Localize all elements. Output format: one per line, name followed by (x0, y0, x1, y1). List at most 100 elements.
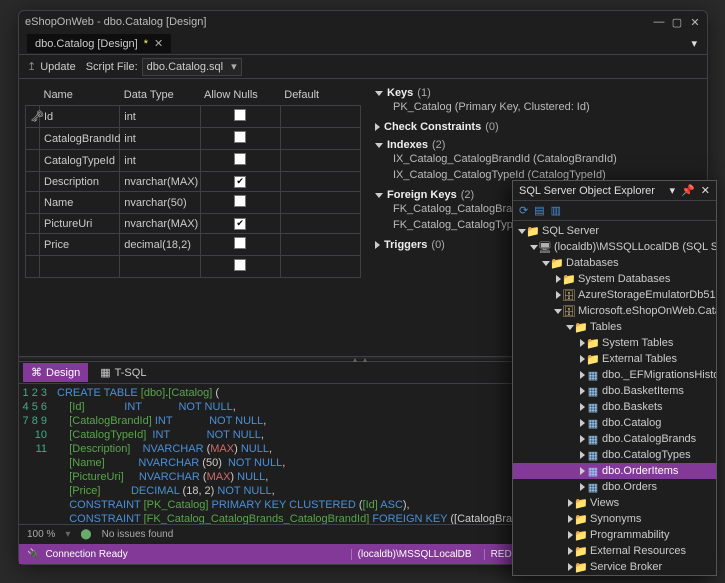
tree-node[interactable]: 📁System Databases (513, 271, 716, 287)
sql-server-object-explorer[interactable]: SQL Server Object Explorer ▾ 📌 ✕ ⟳ ▤ ▥ 📁… (512, 180, 717, 576)
col-header-datatype[interactable]: Data Type (120, 85, 200, 106)
tree-node[interactable]: ▦dbo.Baskets (513, 399, 716, 415)
add-server-icon[interactable]: ▤ (534, 204, 544, 217)
outline-keys-header[interactable]: Keys (1) (375, 87, 699, 99)
cell-allow-nulls[interactable] (200, 106, 280, 128)
tree-node[interactable]: 📁Programmability (513, 527, 716, 543)
cell-default[interactable] (280, 150, 360, 172)
zoom-level[interactable]: 100 % (27, 529, 55, 540)
cell-default[interactable] (280, 106, 360, 128)
expand-icon[interactable] (375, 193, 383, 198)
cell-name[interactable]: CatalogTypeId (40, 150, 120, 172)
cell-name[interactable]: PictureUri (40, 214, 120, 234)
cell-name[interactable]: Id (40, 106, 120, 128)
tree-node[interactable]: ▦dbo.Catalog (513, 415, 716, 431)
expand-icon[interactable] (577, 419, 587, 427)
expand-icon[interactable] (577, 467, 587, 475)
outline-key-item[interactable]: PK_Catalog (Primary Key, Clustered: Id) (375, 99, 699, 115)
cell-default[interactable] (280, 214, 360, 234)
table-row[interactable]: Pricedecimal(18,2) (26, 234, 361, 256)
expand-icon[interactable] (375, 91, 383, 96)
maximize-button[interactable]: ▢ (671, 16, 683, 28)
cell-allow-nulls[interactable] (200, 128, 280, 150)
tree-node[interactable]: ▦dbo.OrderItems (513, 463, 716, 479)
tree-node[interactable]: ▦dbo.CatalogTypes (513, 447, 716, 463)
cell-name[interactable]: Price (40, 234, 120, 256)
tree-node[interactable]: 📁Views (513, 495, 716, 511)
cell-default[interactable] (280, 172, 360, 192)
cell-datatype[interactable]: int (120, 106, 200, 128)
title-bar[interactable]: eShopOnWeb - dbo.Catalog [Design] — ▢ ✕ (19, 11, 707, 33)
refresh-icon[interactable]: ⟳ (519, 204, 528, 217)
table-row[interactable]: Descriptionnvarchar(MAX) (26, 172, 361, 192)
col-header-default[interactable]: Default (280, 85, 360, 106)
outline-index-item[interactable]: IX_Catalog_CatalogBrandId (CatalogBrandI… (375, 151, 699, 167)
tree-node[interactable]: ▦dbo.BasketItems (513, 383, 716, 399)
expand-icon[interactable] (577, 451, 587, 459)
cell-allow-nulls[interactable] (200, 214, 280, 234)
tree-node[interactable]: 🗄Microsoft.eShopOnWeb.CatalogDb (513, 303, 716, 319)
expand-icon[interactable] (375, 241, 380, 249)
cell-allow-nulls[interactable] (200, 150, 280, 172)
explorer-titlebar[interactable]: SQL Server Object Explorer ▾ 📌 ✕ (513, 181, 716, 201)
tab-design[interactable]: ⌘ Design (23, 363, 88, 382)
cell-allow-nulls[interactable] (200, 234, 280, 256)
tree-node[interactable]: ▦dbo.Orders (513, 479, 716, 495)
table-row-new[interactable] (26, 256, 361, 278)
cell-datatype[interactable]: nvarchar(MAX) (120, 214, 200, 234)
cell-default[interactable] (280, 192, 360, 214)
columns-grid[interactable]: Name Data Type Allow Nulls Default 🗝Idin… (19, 79, 367, 356)
tree-node[interactable]: 📁External Tables (513, 351, 716, 367)
cell-allow-nulls[interactable] (200, 192, 280, 214)
outline-indexes-header[interactable]: Indexes (2) (375, 139, 699, 151)
outline-checks-header[interactable]: Check Constraints (0) (375, 121, 699, 133)
expand-icon[interactable] (577, 387, 587, 395)
cell-datatype[interactable]: decimal(18,2) (120, 234, 200, 256)
expand-icon[interactable] (577, 483, 587, 491)
expand-icon[interactable] (375, 143, 383, 148)
cell-name[interactable]: CatalogBrandId (40, 128, 120, 150)
cell-datatype[interactable]: int (120, 150, 200, 172)
tree-node[interactable]: 📁SQL Server (513, 223, 716, 239)
tree-node[interactable]: 🖥(localdb)\MSSQLLocalDB (SQL Server 13.0… (513, 239, 716, 255)
expand-icon[interactable] (577, 403, 587, 411)
tree-node[interactable]: 🗄AzureStorageEmulatorDb510 (513, 287, 716, 303)
cell-datatype[interactable]: nvarchar(50) (120, 192, 200, 214)
tree-node[interactable]: 📁Databases (513, 255, 716, 271)
cell-name[interactable]: Description (40, 172, 120, 192)
close-icon[interactable]: ✕ (701, 184, 710, 197)
col-header-allow-nulls[interactable]: Allow Nulls (200, 85, 280, 106)
tab-dbo-catalog-design[interactable]: dbo.Catalog [Design] * ✕ (27, 34, 171, 53)
cell-default[interactable] (280, 128, 360, 150)
expand-icon[interactable] (577, 371, 587, 379)
table-row[interactable]: PictureUrinvarchar(MAX) (26, 214, 361, 234)
tree-node[interactable]: ▦dbo._EFMigrationsHistory (513, 367, 716, 383)
tree-node[interactable]: 📁Service Broker (513, 559, 716, 575)
table-row[interactable]: CatalogTypeIdint (26, 150, 361, 172)
explorer-dropdown-icon[interactable]: ▾ (670, 184, 676, 197)
cell-allow-nulls[interactable] (200, 172, 280, 192)
cell-name[interactable]: Name (40, 192, 120, 214)
explorer-tree[interactable]: 📁SQL Server🖥(localdb)\MSSQLLocalDB (SQL … (513, 221, 716, 575)
table-row[interactable]: Namenvarchar(50) (26, 192, 361, 214)
cell-datatype[interactable]: int (120, 128, 200, 150)
col-header-name[interactable]: Name (40, 85, 120, 106)
pin-icon[interactable]: 📌 (681, 184, 695, 197)
tree-node[interactable]: 📁Synonyms (513, 511, 716, 527)
tree-node[interactable]: 📁Tables (513, 319, 716, 335)
update-button[interactable]: Update (40, 61, 75, 73)
cell-default[interactable] (280, 234, 360, 256)
tab-close-icon[interactable]: ✕ (154, 37, 163, 50)
minimize-button[interactable]: — (653, 16, 665, 28)
update-arrow-icon[interactable]: ↥ (27, 60, 36, 73)
tree-node[interactable]: 📁External Resources (513, 543, 716, 559)
table-row[interactable]: 🗝Idint (26, 106, 361, 128)
script-file-combo[interactable]: dbo.Catalog.sql ▾ (142, 58, 242, 76)
table-row[interactable]: CatalogBrandIdint (26, 128, 361, 150)
expand-icon[interactable] (375, 123, 380, 131)
expand-icon[interactable] (577, 435, 587, 443)
group-icon[interactable]: ▥ (551, 204, 561, 217)
cell-datatype[interactable]: nvarchar(MAX) (120, 172, 200, 192)
tree-node[interactable]: ▦dbo.CatalogBrands (513, 431, 716, 447)
tab-overflow-button[interactable]: ▾ (691, 37, 707, 50)
